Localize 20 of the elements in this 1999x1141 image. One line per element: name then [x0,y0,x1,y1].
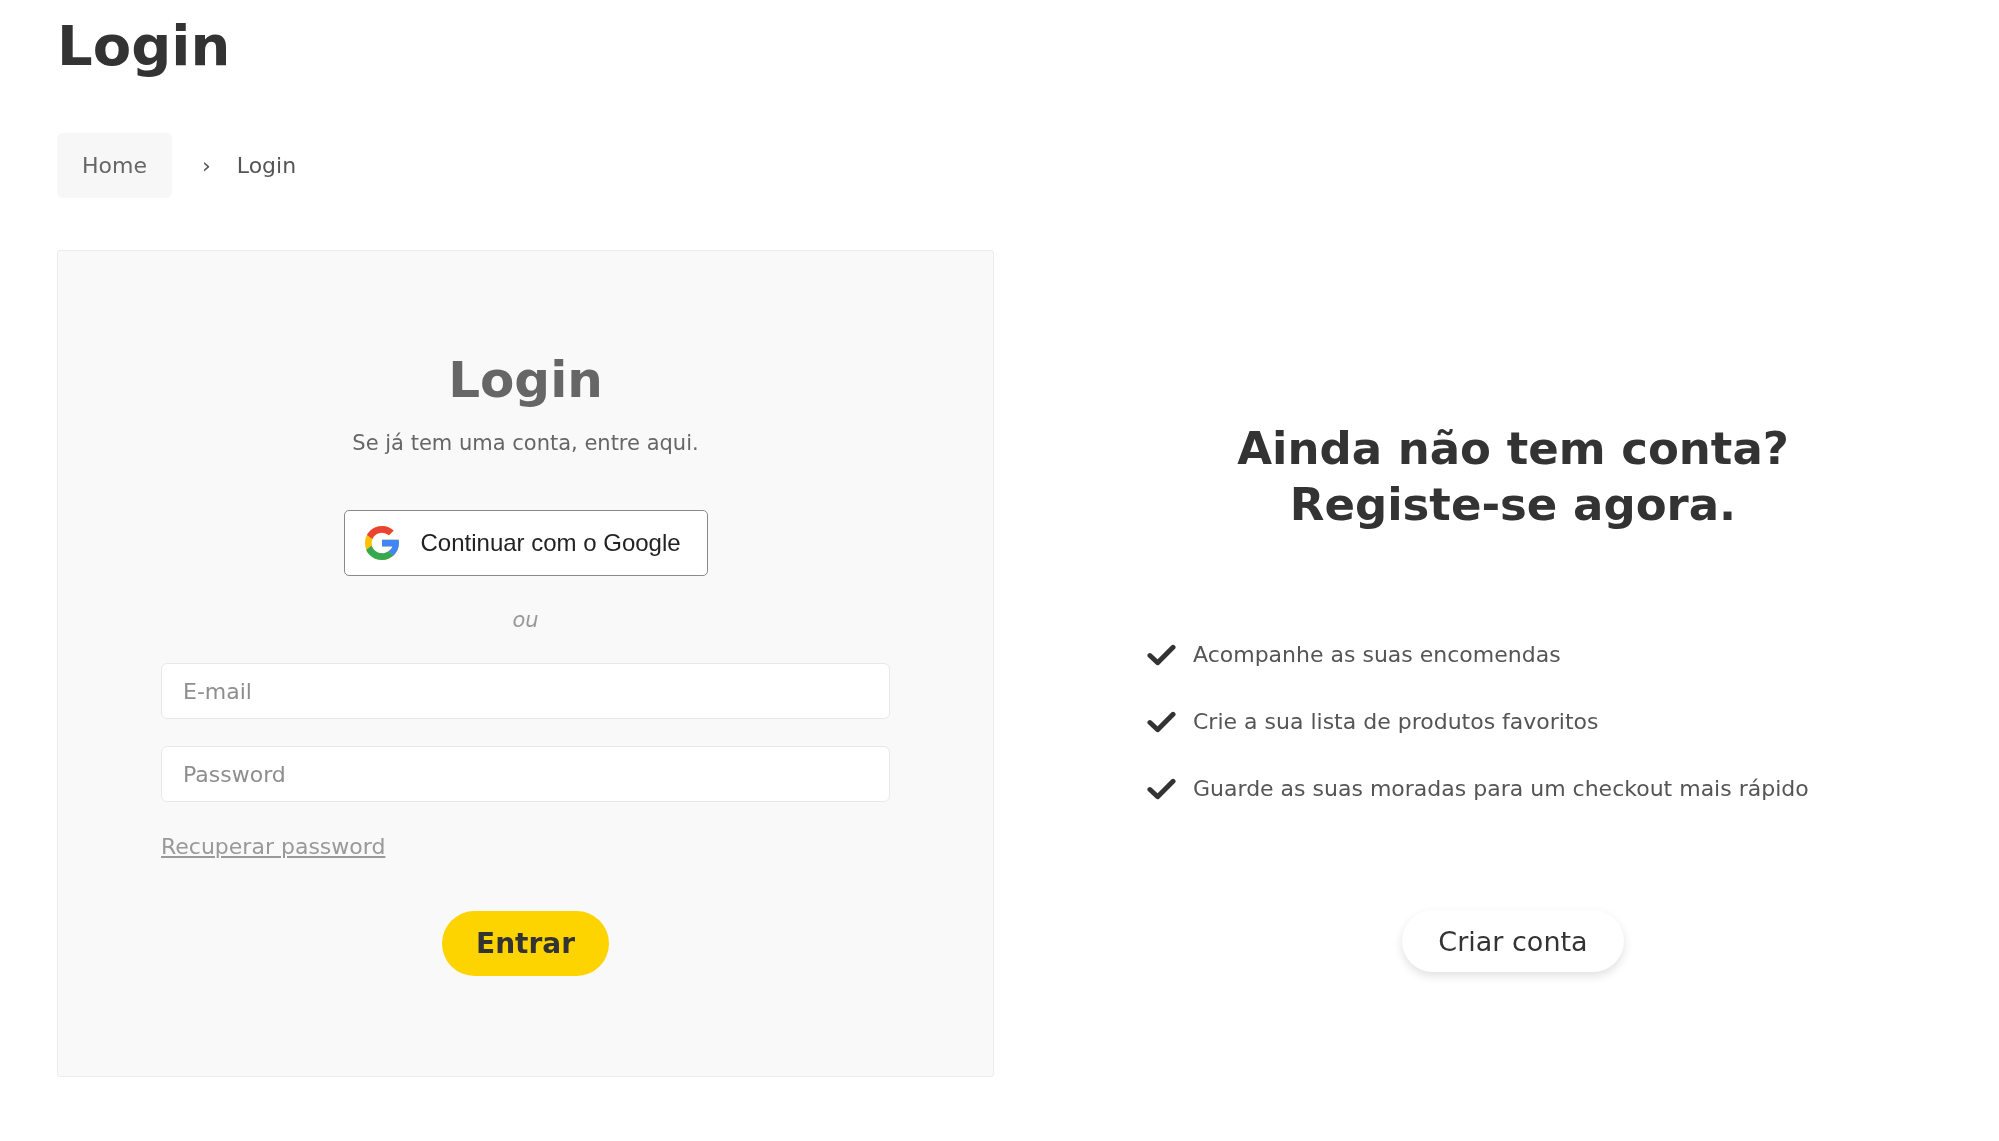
email-field[interactable]: E-mail [161,663,890,719]
login-subtitle: Se já tem uma conta, entre aqui. [352,430,699,457]
check-icon [1147,644,1176,666]
breadcrumb-current: Login [236,152,297,179]
benefit-text: Guarde as suas moradas para um checkout mais rápido [1193,775,1809,803]
login-heading: Login [448,350,603,411]
breadcrumb-link[interactable]: Home [57,133,172,198]
benefit-text: Crie a sua lista de produtos favoritos [1193,708,1599,736]
password-field[interactable]: Password [161,746,890,802]
check-icon [1147,711,1176,733]
check-icon [1147,778,1176,800]
colored-g-icon [364,526,399,560]
divider-text: ou [512,607,539,633]
login-button[interactable]: Entrar [442,911,609,976]
benefit-text: Acompanhe as suas encomendas [1193,641,1561,669]
breadcrumb-separator: › [201,153,211,178]
google-signin-button[interactable]: Continuar com o Google [343,510,708,576]
page-title: Login [57,12,231,80]
register-heading: Ainda não tem conta? Registe-se agora. [1236,421,1790,533]
create-account-button[interactable]: Criar conta [1402,910,1624,972]
